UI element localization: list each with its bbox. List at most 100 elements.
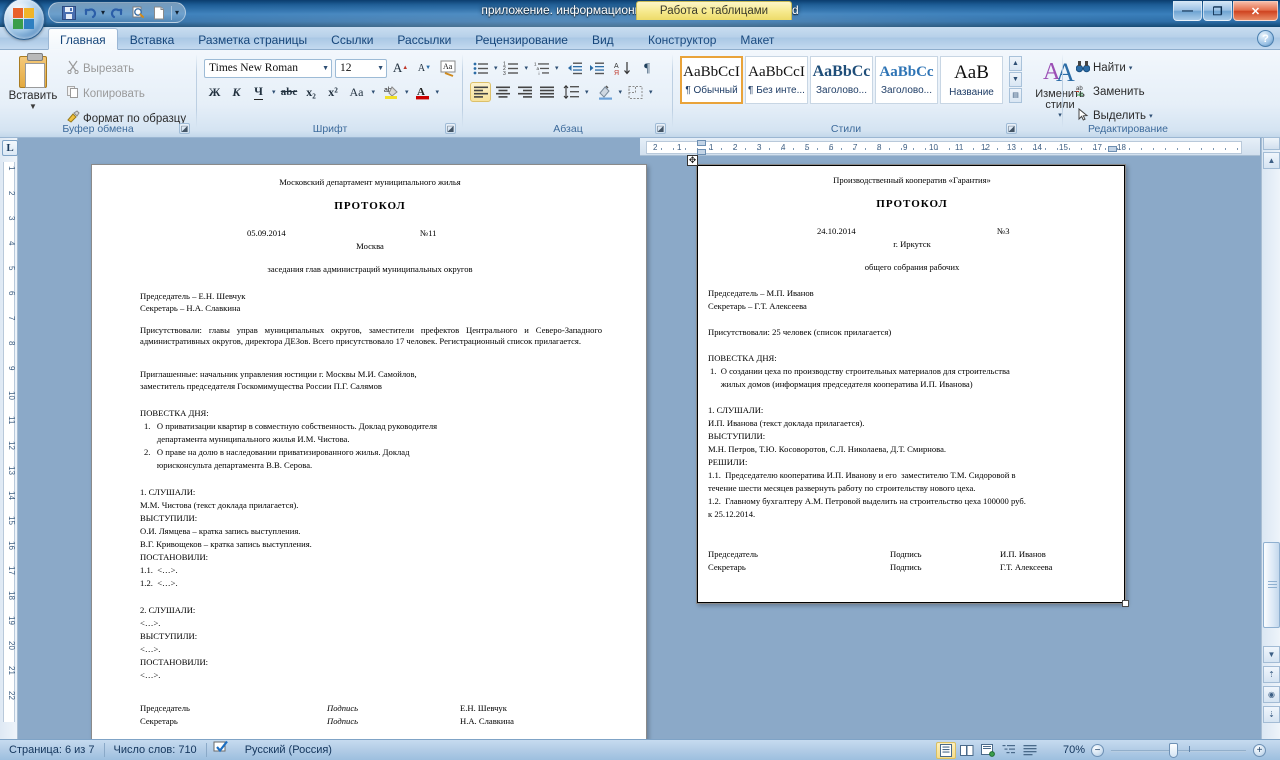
zoom-in-button[interactable]: +: [1253, 744, 1266, 757]
increase-indent-button[interactable]: [587, 58, 608, 78]
multilevel-list-button[interactable]: 1ai: [531, 58, 552, 78]
style-heading-2[interactable]: AaBbCc Заголово...: [875, 56, 938, 104]
line-spacing-button[interactable]: [561, 82, 582, 102]
zoom-out-button[interactable]: −: [1091, 744, 1104, 757]
underline-button[interactable]: Ч: [248, 82, 269, 102]
tab-mailings[interactable]: Рассылки: [385, 28, 463, 50]
previous-page-button[interactable]: ⇡: [1263, 666, 1280, 683]
vertical-scrollbar[interactable]: ▲ ▼ ⇡ ◉ ⇣: [1261, 137, 1280, 739]
font-color-dropdown-icon[interactable]: ▾: [434, 88, 442, 96]
minimize-button[interactable]: —: [1173, 1, 1202, 21]
align-justify-button[interactable]: [536, 82, 557, 102]
change-case-dropdown-icon[interactable]: ▾: [370, 88, 378, 96]
style-heading-1[interactable]: AaBbCс Заголово...: [810, 56, 873, 104]
tab-review[interactable]: Рецензирование: [463, 28, 580, 50]
document-page-2[interactable]: ✥ Производственный кооператив «Гарантия»…: [687, 155, 1129, 607]
bullets-button[interactable]: [470, 58, 491, 78]
clear-formatting-button[interactable]: Aa: [438, 58, 459, 78]
align-center-button[interactable]: [492, 82, 513, 102]
shading-dropdown-icon[interactable]: ▾: [617, 88, 625, 96]
cut-button[interactable]: Вырезать: [62, 58, 190, 79]
redo-icon[interactable]: [107, 4, 126, 22]
highlight-dropdown-icon[interactable]: ▾: [403, 88, 411, 96]
decrease-indent-button[interactable]: [565, 58, 586, 78]
numbering-button[interactable]: 123: [501, 58, 522, 78]
font-name-combo[interactable]: Times New Roman ▼: [204, 58, 332, 78]
full-screen-reading-view-button[interactable]: [957, 742, 977, 759]
page-indicator[interactable]: Страница: 6 из 7: [0, 740, 104, 760]
vertical-ruler[interactable]: L 1 2 3 4 5 6 7 8 9 10 11 12 13 14 15 16 17 18 19 20 21 22: [0, 138, 18, 739]
help-icon[interactable]: ?: [1257, 30, 1274, 47]
style-no-spacing[interactable]: AaBbCcI ¶ Без инте...: [745, 56, 808, 104]
print-preview-icon[interactable]: [128, 4, 147, 22]
styles-scroll-up-button[interactable]: ▲: [1009, 56, 1022, 71]
find-dropdown-icon[interactable]: ▾: [1129, 64, 1133, 72]
select-browse-object-button[interactable]: ◉: [1263, 686, 1280, 703]
draft-view-button[interactable]: [1020, 742, 1040, 759]
scroll-down-button[interactable]: ▼: [1263, 646, 1280, 663]
web-layout-view-button[interactable]: [978, 742, 998, 759]
new-document-icon[interactable]: [149, 4, 168, 22]
copy-button[interactable]: Копировать: [62, 83, 190, 104]
scrollbar-thumb[interactable]: [1263, 542, 1280, 628]
borders-button[interactable]: [625, 82, 646, 102]
grow-font-button[interactable]: A ▲: [390, 58, 411, 78]
font-color-button[interactable]: A: [412, 82, 433, 102]
paragraph-dialog-launcher[interactable]: ◪: [655, 123, 666, 134]
font-dialog-launcher[interactable]: ◪: [445, 123, 456, 134]
scroll-up-button[interactable]: ▲: [1263, 152, 1280, 169]
zoom-slider[interactable]: − +: [1091, 740, 1266, 760]
styles-scroll-down-button[interactable]: ▼: [1009, 72, 1022, 87]
superscript-button[interactable]: x²: [323, 82, 344, 102]
sort-button[interactable]: АЯ: [612, 58, 636, 78]
tab-references[interactable]: Ссылки: [319, 28, 385, 50]
next-page-button[interactable]: ⇣: [1263, 706, 1280, 723]
underline-dropdown-icon[interactable]: ▾: [270, 88, 278, 96]
close-button[interactable]: ✕: [1233, 1, 1278, 21]
document-page-1[interactable]: Московский департамент муниципального жи…: [91, 164, 647, 739]
tab-table-layout[interactable]: Макет: [728, 28, 786, 50]
line-spacing-dropdown-icon[interactable]: ▾: [583, 88, 591, 96]
spelling-check-icon[interactable]: [207, 740, 236, 760]
change-case-button[interactable]: Aa: [345, 82, 369, 102]
style-title[interactable]: АaB Название: [940, 56, 1003, 104]
replace-button[interactable]: ab ac Заменить: [1072, 82, 1157, 102]
tab-home[interactable]: Главная: [48, 28, 118, 50]
chevron-down-icon[interactable]: ▼: [377, 65, 384, 72]
split-window-button[interactable]: [1263, 137, 1280, 150]
customize-qat-icon[interactable]: ▾: [175, 8, 179, 17]
text-highlight-button[interactable]: ab: [381, 82, 402, 102]
numbering-dropdown-icon[interactable]: ▾: [523, 64, 531, 72]
shading-button[interactable]: [595, 82, 616, 102]
tab-page-layout[interactable]: Разметка страницы: [186, 28, 319, 50]
bold-button[interactable]: Ж: [204, 82, 225, 102]
outline-view-button[interactable]: [999, 742, 1019, 759]
italic-button[interactable]: К: [226, 82, 247, 102]
language-indicator[interactable]: Русский (Россия): [236, 740, 341, 760]
align-right-button[interactable]: [514, 82, 535, 102]
style-normal[interactable]: AaBbCcI ¶ Обычный: [680, 56, 743, 104]
subscript-button[interactable]: x₂: [301, 82, 322, 102]
tab-view[interactable]: Вид: [580, 28, 626, 50]
undo-icon[interactable]: [80, 4, 99, 22]
tab-insert[interactable]: Вставка: [118, 28, 187, 50]
maximize-button[interactable]: ❐: [1203, 1, 1232, 21]
styles-more-button[interactable]: ▤: [1009, 88, 1022, 103]
paste-button[interactable]: Вставить ▼: [8, 53, 58, 111]
tab-stop-selector[interactable]: L: [2, 140, 18, 156]
select-dropdown-icon[interactable]: ▾: [1149, 112, 1153, 120]
show-formatting-marks-button[interactable]: ¶: [637, 58, 658, 78]
borders-dropdown-icon[interactable]: ▾: [647, 88, 655, 96]
paste-dropdown-icon[interactable]: ▼: [8, 102, 58, 111]
clipboard-dialog-launcher[interactable]: ◪: [179, 123, 190, 134]
find-button[interactable]: Найти ▾: [1072, 58, 1157, 78]
shrink-font-button[interactable]: A ▼: [414, 58, 435, 78]
tab-table-design[interactable]: Конструктор: [636, 28, 728, 50]
save-icon[interactable]: [59, 4, 78, 22]
chevron-down-icon[interactable]: ▼: [322, 65, 329, 72]
word-count[interactable]: Число слов: 710: [105, 740, 206, 760]
print-layout-view-button[interactable]: [936, 742, 956, 759]
bullets-dropdown-icon[interactable]: ▾: [492, 64, 500, 72]
align-left-button[interactable]: [470, 82, 491, 102]
zoom-level[interactable]: 70%: [1063, 740, 1085, 760]
